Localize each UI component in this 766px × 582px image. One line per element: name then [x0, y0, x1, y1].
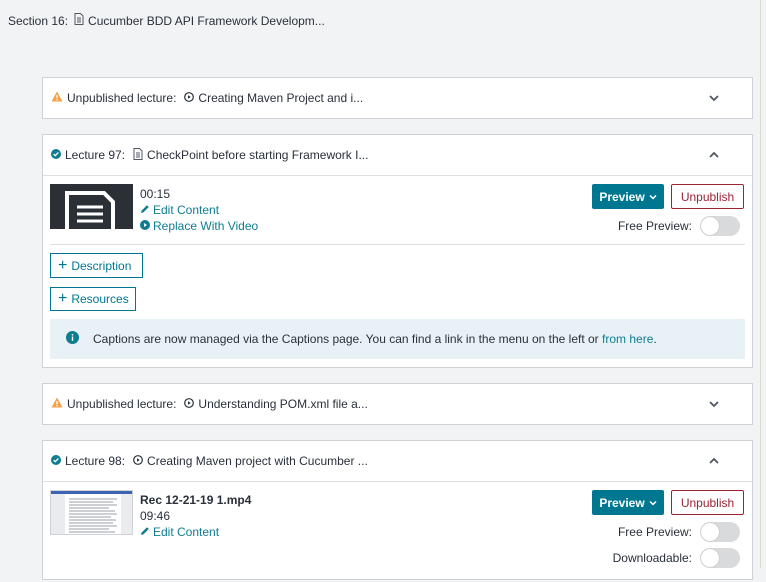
lecture-card-98: Lecture 98: Creating Maven project with … [42, 440, 753, 580]
add-description-button[interactable]: + Description [50, 253, 143, 278]
captions-info-end: . [653, 332, 657, 346]
check-circle-icon [51, 148, 61, 162]
chevron-down-icon[interactable] [708, 92, 720, 104]
free-preview-toggle[interactable] [700, 522, 740, 542]
free-preview-label: Free Preview: [617, 525, 692, 539]
warning-icon [51, 397, 63, 411]
captions-info-text: Captions are now managed via the Caption… [93, 332, 657, 346]
lecture-header[interactable]: Lecture 98: Creating Maven project with … [43, 441, 752, 482]
lecture-meta: 00:15 Edit Content Replace With Video [140, 186, 258, 234]
chevron-down-icon [649, 190, 657, 204]
article-thumbnail [50, 184, 133, 229]
downloadable-toggle[interactable] [700, 548, 740, 568]
lecture-card-unpublished-2: Unpublished lecture: Understanding POM.x… [42, 383, 753, 425]
video-thumbnail [50, 490, 133, 535]
free-preview-label: Free Preview: [617, 219, 692, 233]
lecture-title: Understanding POM.xml file a... [198, 397, 368, 411]
add-resources-button[interactable]: + Resources [50, 287, 136, 311]
check-circle-icon [51, 454, 61, 468]
lecture-title: Creating Maven Project and i... [198, 91, 364, 105]
pencil-icon [140, 202, 150, 218]
lecture-duration: 09:46 [140, 509, 171, 523]
captions-info-message: Captions are now managed via the Caption… [93, 332, 599, 346]
preview-button[interactable]: Preview [592, 490, 664, 515]
lecture-header[interactable]: Unpublished lecture: Creating Maven Proj… [43, 78, 752, 118]
document-icon [74, 13, 84, 28]
chevron-down-icon[interactable] [708, 398, 720, 410]
edit-content-label: Edit Content [153, 525, 220, 539]
play-circle-icon [133, 454, 143, 468]
replace-with-video-label: Replace With Video [153, 219, 259, 233]
play-circle-icon [184, 91, 195, 105]
info-icon [66, 331, 79, 347]
lecture-card-97: Lecture 97: CheckPoint before starting F… [42, 134, 753, 368]
lecture-duration: 00:15 [140, 187, 171, 201]
lecture-header[interactable]: Unpublished lecture: Understanding POM.x… [43, 384, 752, 424]
unpublish-button[interactable]: Unpublish [671, 490, 744, 515]
chevron-up-icon[interactable] [708, 149, 720, 161]
lecture-status: Unpublished lecture: [67, 91, 177, 105]
play-circle-icon [140, 218, 150, 234]
lecture-title: Creating Maven project with Cucumber ... [147, 454, 368, 468]
lecture-status: Unpublished lecture: [67, 397, 177, 411]
unpublish-label: Unpublish [680, 495, 735, 510]
page-edge-rule [760, 0, 761, 568]
edit-content-label: Edit Content [153, 203, 220, 217]
unpublish-button[interactable]: Unpublish [671, 184, 744, 209]
downloadable-label: Downloadable: [612, 551, 692, 565]
video-filename: Rec 12-21-19 1.mp4 [140, 493, 252, 507]
lecture-card-unpublished-1: Unpublished lecture: Creating Maven Proj… [42, 77, 753, 119]
preview-label: Preview [599, 495, 645, 510]
description-label: Description [71, 258, 132, 273]
edit-content-link[interactable]: Edit Content [140, 524, 251, 540]
pencil-icon [140, 524, 150, 540]
lecture-status: Lecture 98: [65, 454, 126, 468]
free-preview-row: Free Preview: [618, 216, 740, 236]
lecture-status: Lecture 97: [65, 148, 126, 162]
free-preview-row: Free Preview: [618, 522, 740, 542]
unpublish-label: Unpublish [680, 189, 735, 204]
captions-info-box: Captions are now managed via the Caption… [50, 319, 745, 359]
document-icon [133, 147, 143, 163]
plus-icon: + [58, 256, 68, 274]
free-preview-toggle[interactable] [700, 216, 740, 236]
edit-content-link[interactable]: Edit Content [140, 202, 258, 218]
warning-icon [51, 91, 63, 105]
replace-with-video-link[interactable]: Replace With Video [140, 218, 258, 234]
resources-label: Resources [71, 292, 129, 306]
lecture-meta: Rec 12-21-19 1.mp4 09:46 Edit Content [140, 492, 251, 540]
downloadable-row: Downloadable: [613, 548, 740, 568]
preview-button[interactable]: Preview [592, 184, 664, 209]
lecture-title: CheckPoint before starting Framework I..… [147, 148, 369, 162]
lecture-header[interactable]: Lecture 97: CheckPoint before starting F… [43, 135, 752, 176]
divider [50, 244, 745, 245]
captions-from-here-link[interactable]: from here [602, 332, 653, 346]
preview-label: Preview [599, 189, 645, 204]
chevron-down-icon [649, 496, 657, 510]
section-label: Section 16: [8, 13, 69, 28]
section-header: Section 16: Cucumber BDD API Framework D… [8, 13, 325, 28]
play-circle-icon [184, 397, 195, 411]
section-title: Cucumber BDD API Framework Developm... [88, 13, 325, 28]
plus-icon: + [58, 290, 68, 307]
chevron-up-icon[interactable] [708, 455, 720, 467]
